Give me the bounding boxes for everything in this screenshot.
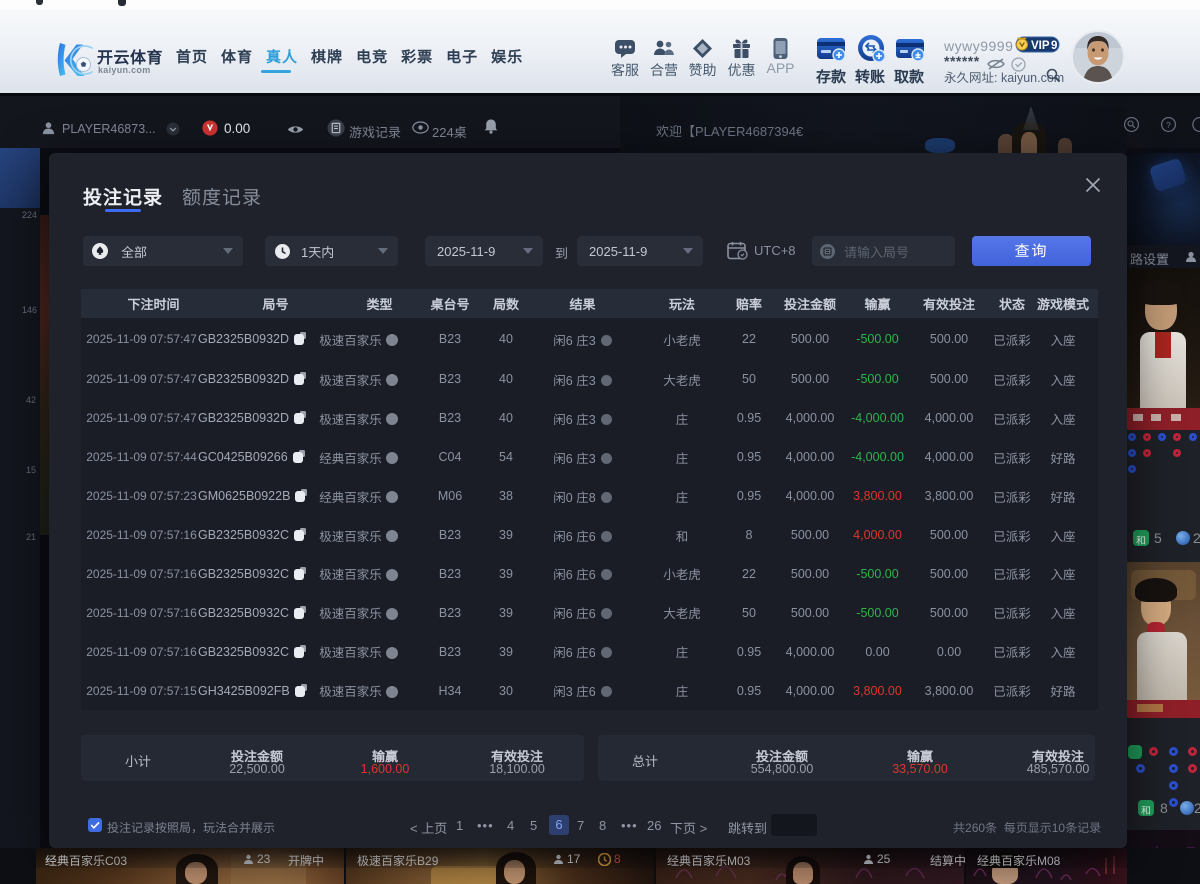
svg-text:?: ?: [1166, 120, 1171, 130]
svg-text:VIP: VIP: [1031, 40, 1050, 52]
svg-text:9: 9: [1051, 40, 1057, 52]
